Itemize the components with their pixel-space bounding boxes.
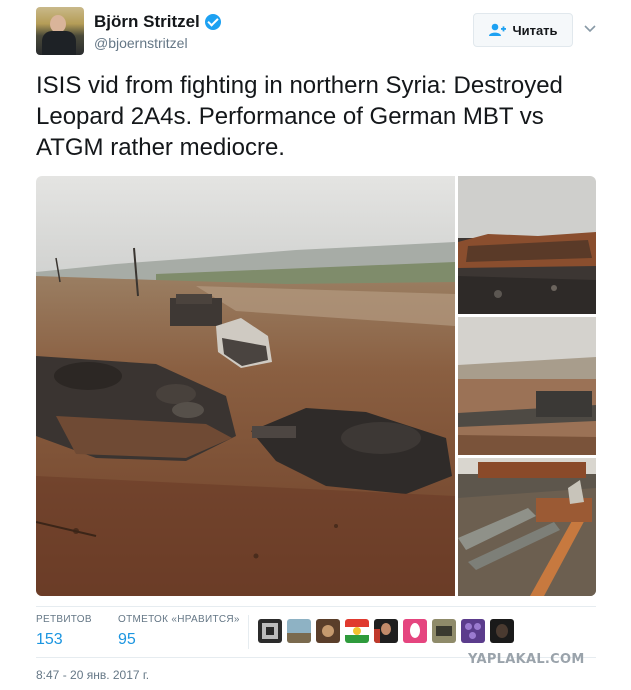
- media-grid: [36, 176, 596, 596]
- likes-stat[interactable]: ОТМЕТОК «НРАВИТСЯ» 95: [118, 614, 240, 649]
- follow-button[interactable]: Читать: [473, 13, 573, 47]
- likes-label: ОТМЕТОК «НРАВИТСЯ»: [118, 614, 240, 625]
- retweets-label: РЕТВИТОВ: [36, 614, 92, 625]
- liker-avatar[interactable]: [287, 619, 311, 643]
- side-photo-3[interactable]: [458, 458, 596, 596]
- liker-avatar[interactable]: [403, 619, 427, 643]
- likers-avatars: [258, 619, 514, 643]
- retweets-stat[interactable]: РЕТВИТОВ 153: [36, 614, 92, 649]
- author-name-row[interactable]: Björn Stritzel: [94, 12, 221, 32]
- watermark: YAPLAKAL.COM: [468, 652, 585, 667]
- liker-avatar[interactable]: [432, 619, 456, 643]
- verified-badge-icon: [204, 14, 221, 30]
- tweet-stats: РЕТВИТОВ 153 ОТМЕТОК «НРАВИТСЯ» 95: [36, 606, 596, 658]
- main-photo[interactable]: [36, 176, 455, 596]
- liker-avatar[interactable]: [374, 619, 398, 643]
- add-user-icon: [489, 23, 507, 36]
- liker-avatar[interactable]: [345, 619, 369, 643]
- avatar[interactable]: [36, 7, 84, 55]
- stats-divider: [248, 615, 249, 649]
- liker-avatar[interactable]: [258, 619, 282, 643]
- tweet-text: ISIS vid from fighting in northern Syria…: [36, 72, 563, 161]
- author-handle[interactable]: @bjoernstritzel: [94, 35, 188, 51]
- author-name[interactable]: Björn Stritzel: [94, 12, 200, 32]
- chevron-down-icon[interactable]: [583, 22, 597, 36]
- side-photo-2[interactable]: [458, 317, 596, 455]
- follow-button-label: Читать: [512, 22, 558, 38]
- side-photo-1[interactable]: [458, 176, 596, 314]
- liker-avatar[interactable]: [490, 619, 514, 643]
- liker-avatar[interactable]: [316, 619, 340, 643]
- retweets-count[interactable]: 153: [36, 631, 92, 649]
- likes-count[interactable]: 95: [118, 631, 240, 649]
- tweet-timestamp[interactable]: 8:47 - 20 янв. 2017 г.: [36, 668, 149, 682]
- liker-avatar[interactable]: [461, 619, 485, 643]
